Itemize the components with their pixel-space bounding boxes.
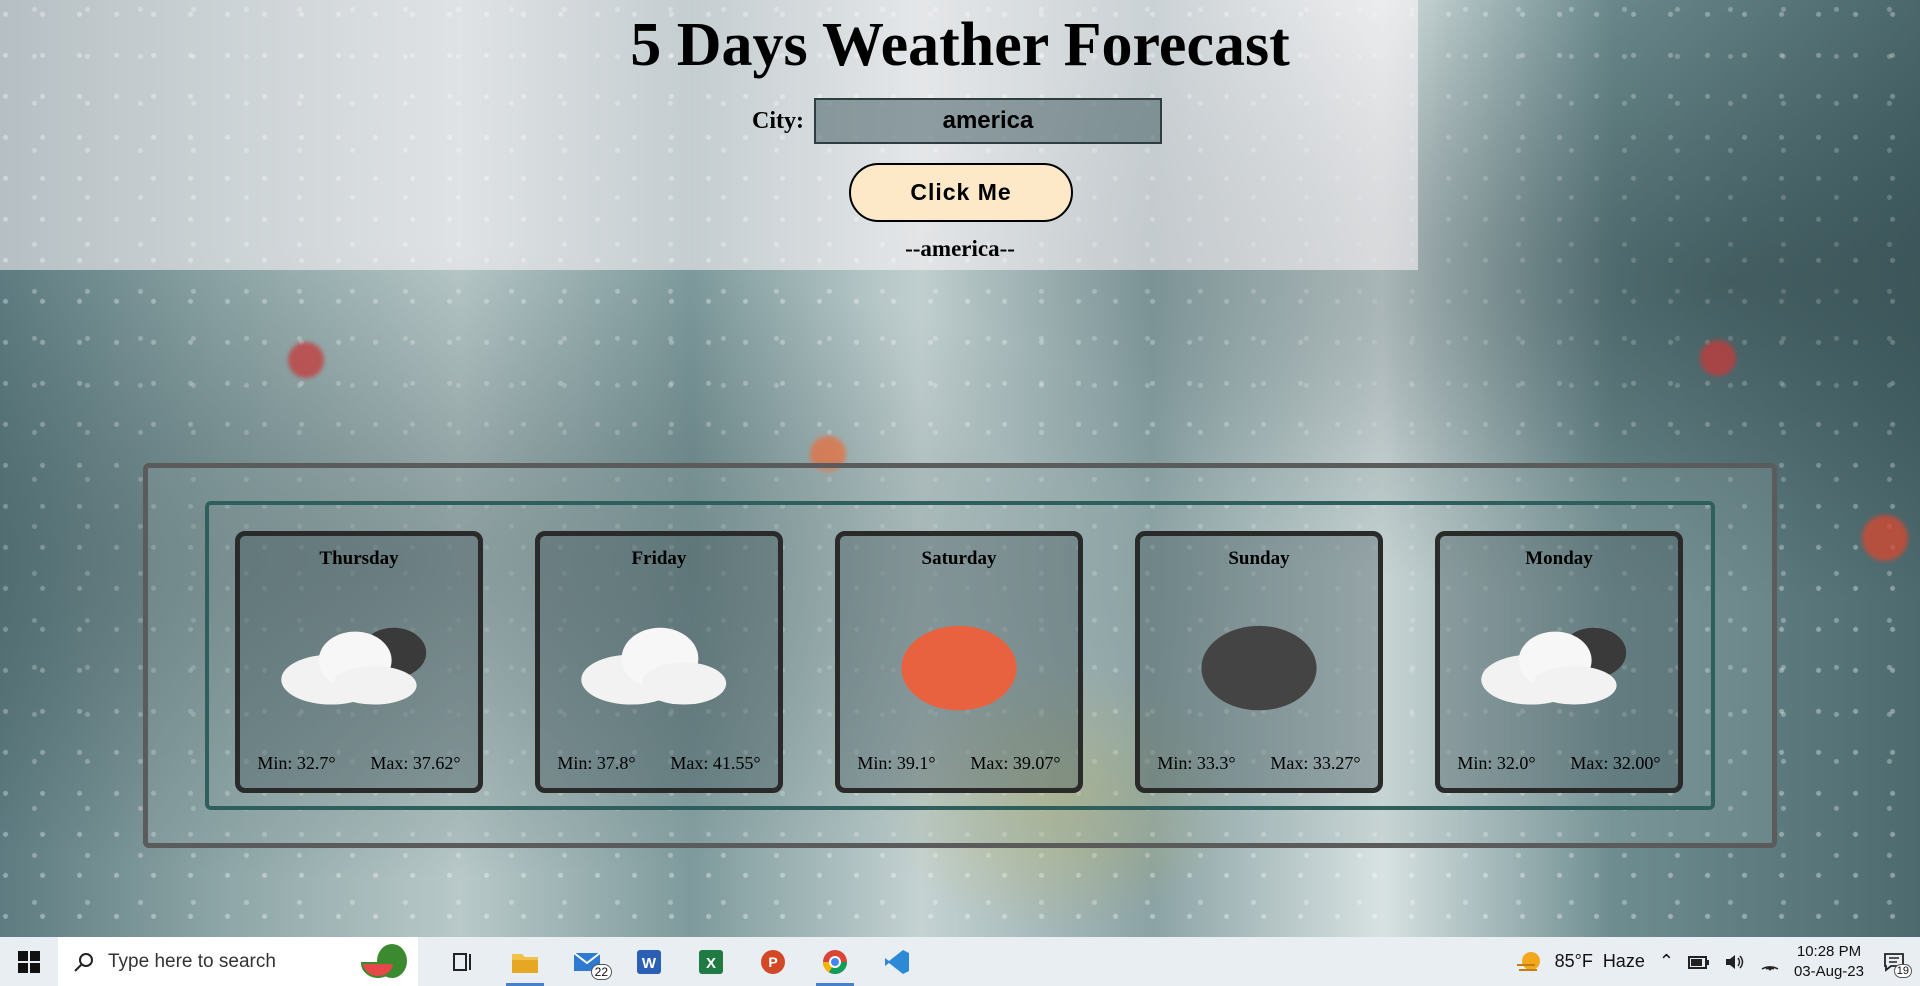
powerpoint-button[interactable]: P (742, 937, 804, 986)
max-temp: Max: 41.55° (670, 753, 761, 773)
notification-count: 19 (1893, 963, 1912, 978)
svg-text:P: P (768, 954, 777, 970)
min-temp: Min: 37.8° (557, 753, 636, 773)
volume-icon[interactable] (1724, 953, 1746, 971)
excel-button[interactable]: X (680, 937, 742, 986)
forecast-temps: Min: 32.7° Max: 37.62° (240, 753, 478, 774)
moon-icon (1201, 625, 1317, 711)
max-temp: Max: 39.07° (970, 753, 1061, 773)
forecast-day: Sunday (1228, 548, 1290, 569)
forecast-card-monday: Monday Min: 32.0° Max: 32.00° (1435, 531, 1683, 793)
powerpoint-icon: P (761, 949, 785, 974)
file-explorer-button[interactable] (494, 937, 556, 986)
wifi-icon[interactable] (1760, 953, 1780, 971)
cloud-icon (581, 627, 727, 705)
forecast-day: Thursday (319, 548, 399, 569)
search-icon (74, 952, 93, 972)
forecast-card-saturday: Saturday Min: 39.1° Max: 39.07° (835, 531, 1083, 793)
vscode-button[interactable] (866, 937, 928, 986)
folder-icon (512, 953, 538, 973)
city-label: City: (752, 107, 804, 134)
weather-condition: Haze (1602, 951, 1645, 971)
forecast-card-sunday: Sunday Min: 33.3° Max: 33.27° (1135, 531, 1383, 793)
forecast-day: Monday (1525, 548, 1593, 569)
search-placeholder: Type here to search (108, 950, 276, 972)
notification-button[interactable]: 19 (1878, 946, 1912, 978)
windows-icon (18, 950, 40, 973)
chrome-button[interactable] (804, 937, 866, 986)
watermelon-icon (360, 944, 407, 978)
taskbar-search[interactable]: Type here to search (58, 937, 418, 986)
red-light-decor (288, 342, 324, 378)
mail-button[interactable]: 22 (556, 937, 618, 986)
word-icon: W (637, 949, 661, 974)
forecast-temps: Min: 32.0° Max: 32.00° (1440, 753, 1678, 774)
chevron-up-icon[interactable]: ⌃ (1659, 951, 1674, 972)
red-light-decor (1862, 515, 1908, 561)
clock-date: 03-Aug-23 (1793, 962, 1864, 980)
max-temp: Max: 33.27° (1270, 753, 1361, 773)
min-temp: Min: 39.1° (857, 753, 936, 773)
partly-cloudy-icon (1481, 627, 1627, 705)
red-light-decor (1700, 340, 1736, 376)
chrome-icon (823, 949, 847, 974)
forecast-day: Friday (631, 548, 687, 569)
taskbar-clock[interactable]: 10:28 PM 03-Aug-23 (1794, 942, 1864, 982)
min-temp: Min: 32.0° (1457, 753, 1536, 773)
page-title: 5 Days Weather Forecast (630, 11, 1290, 79)
forecast-card-thursday: Thursday Min: 32.7° Max: 37.62° (235, 531, 483, 793)
vscode-icon (885, 949, 909, 974)
city-echo: --america-- (905, 236, 1015, 261)
city-input[interactable] (813, 98, 1162, 144)
forecast-temps: Min: 37.8° Max: 41.55° (540, 753, 778, 774)
weather-temp: 85°F (1554, 951, 1593, 971)
min-temp: Min: 32.7° (257, 753, 336, 773)
battery-icon[interactable] (1687, 953, 1710, 971)
taskbar: Type here to search 22 W X P 85°F Haze ⌃… (0, 937, 1920, 986)
taskbar-apps: 22 W X P (432, 937, 928, 986)
system-tray: 85°F Haze ⌃ 10:28 PM 03-Aug-23 19 (1515, 937, 1920, 986)
city-form: City: (752, 98, 1162, 144)
sun-icon (901, 625, 1017, 711)
start-button[interactable] (0, 937, 58, 986)
clock-time: 10:28 PM (1796, 942, 1862, 960)
click-me-button[interactable]: Click Me (849, 163, 1073, 222)
forecast-temps: Min: 39.1° Max: 39.07° (840, 753, 1078, 774)
task-view-button[interactable] (432, 937, 494, 986)
word-button[interactable]: W (618, 937, 680, 986)
forecast-card-friday: Friday Min: 37.8° Max: 41.55° (535, 531, 783, 793)
taskbar-weather[interactable]: 85°F Haze (1515, 949, 1645, 975)
forecast-day: Saturday (921, 548, 997, 569)
svg-text:X: X (706, 955, 716, 972)
partly-cloudy-icon (281, 627, 427, 705)
max-temp: Max: 37.62° (370, 753, 461, 773)
task-view-icon (453, 952, 471, 971)
forecast-temps: Min: 33.3° Max: 33.27° (1140, 753, 1378, 774)
min-temp: Min: 33.3° (1157, 753, 1236, 773)
excel-icon: X (699, 949, 723, 974)
haze-sun-icon (1516, 951, 1540, 971)
mail-badge: 22 (590, 964, 612, 980)
svg-text:W: W (642, 955, 657, 972)
max-temp: Max: 32.00° (1570, 753, 1661, 773)
